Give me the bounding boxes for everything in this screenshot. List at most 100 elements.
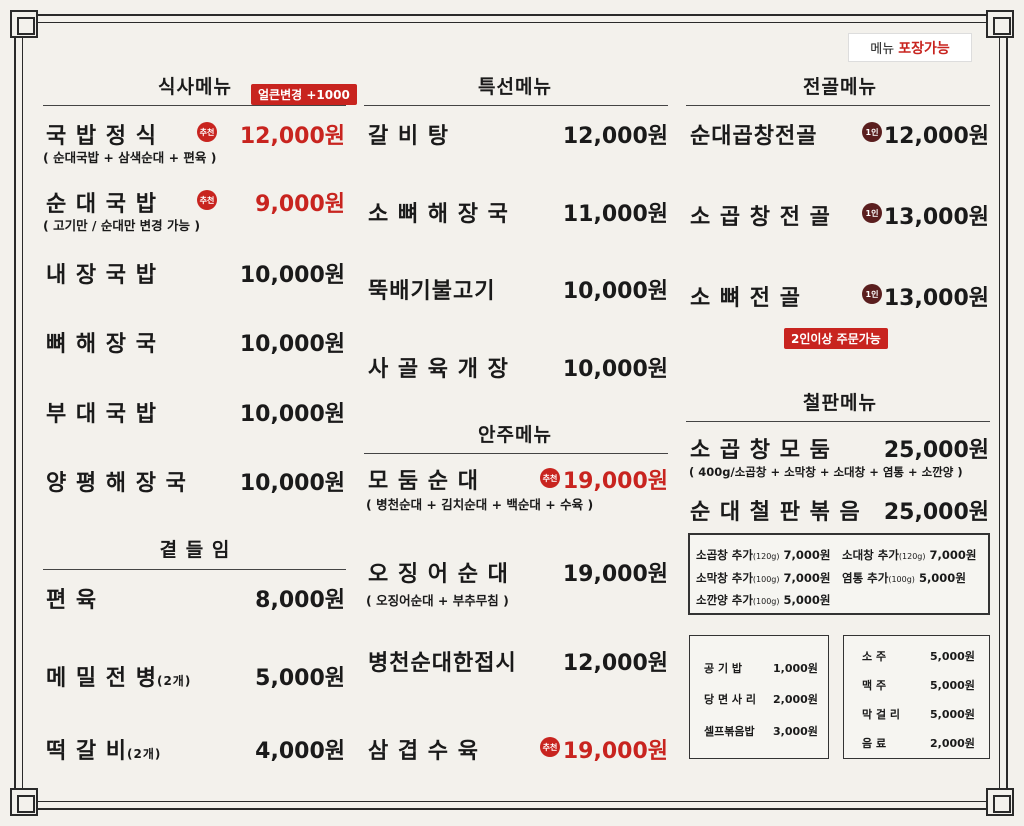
piece-count: (2개) [156, 674, 192, 688]
menu-item-name: 오 징 어 순 대 [368, 562, 509, 587]
menu-item-name: 순대곱창전골 [690, 124, 818, 149]
menu-item-price: 12,000원 [562, 124, 668, 149]
extra-item-name: 셀프볶음밥 [704, 725, 755, 738]
menu-item-price: 12,000원 [883, 124, 989, 149]
menu-item-name: 소 뼈 전 골 [690, 286, 801, 311]
special-section-title: 특선메뉴 [478, 76, 552, 98]
menu-item-name: 소 뼈 해 장 국 [368, 202, 509, 227]
menu-item-price: 25,000원 [883, 438, 989, 463]
menu-item-price: 11,000원 [562, 202, 668, 227]
menu-item-name: 사 골 육 개 장 [368, 357, 509, 382]
min-order-badge: 2인이상 주문가능 [784, 328, 888, 349]
menu-item-name: 부 대 국 밥 [46, 402, 157, 427]
menu-item-price: 10,000원 [239, 332, 345, 357]
menu-item-name: 뼈 해 장 국 [46, 332, 157, 357]
menu-item-name: 삼 겹 수 육 [368, 739, 479, 764]
drink-item-price: 5,000원 [930, 708, 975, 721]
menu-item-name: 편 육 [46, 588, 98, 613]
addon-item: 소대창 추가(120g) 7,000원 [842, 547, 976, 563]
addon-weight: (100g) [752, 575, 780, 584]
addon-name: 소깐양 추가 [696, 593, 753, 607]
menu-item-description: ( 순대국밥 + 삼색순대 + 편육 ) [43, 150, 217, 165]
section-divider [43, 105, 346, 106]
piece-count: (2개) [127, 747, 162, 761]
takeout-highlight: 포장가능 [898, 40, 950, 57]
addon-weight: (100g) [888, 575, 915, 584]
menu-item-name: 순 대 국 밥 [46, 192, 157, 217]
addon-item: 염통 추가(100g) 5,000원 [842, 570, 966, 586]
menu-item-description: ( 400g/소곱창 + 소막창 + 소대창 + 염통 + 소깐양 ) [689, 465, 963, 479]
spicy-upgrade-badge: 얼큰변경 +1000 [251, 84, 357, 105]
menu-item-price: 10,000원 [239, 471, 345, 496]
menu-item-price: 10,000원 [562, 279, 668, 304]
recommend-badge: 추천 [197, 190, 217, 210]
section-divider [686, 421, 990, 422]
menu-item-description: ( 병천순대 + 김치순대 + 백순대 + 수육 ) [366, 497, 594, 512]
menu-item-price: 12,000원 [239, 124, 345, 149]
menu-item-price: 25,000원 [883, 500, 989, 525]
menu-item-name: 메 밀 전 병(2개) [46, 660, 191, 692]
menu-item-price: 19,000원 [562, 562, 668, 587]
section-divider [364, 453, 668, 454]
extra-item-name: 공 기 밥 [704, 662, 743, 675]
menu-item-name-text: 떡 갈 비 [46, 739, 128, 764]
extra-item-price: 3,000원 [773, 725, 818, 738]
takeout-prefix: 메뉴 [870, 42, 895, 57]
menu-item-name: 국 밥 정 식 [46, 124, 157, 149]
addon-price: 5,000원 [783, 593, 831, 607]
addon-weight: (120g) [752, 552, 780, 561]
addon-weight: (100g) [752, 597, 780, 606]
addon-name: 소대창 추가 [842, 548, 899, 562]
side-section-title: 곁 들 임 [159, 539, 231, 561]
takeout-label: 메뉴 포장가능 [848, 33, 972, 62]
menu-item-price: 9,000원 [255, 192, 345, 217]
frame-corner-ornament [986, 788, 1014, 816]
addon-item: 소막창 추가(100g) 7,000원 [696, 570, 830, 586]
menu-item-name: 병천순대한접시 [368, 651, 517, 676]
section-divider [43, 569, 346, 570]
addon-name: 소곱창 추가 [696, 548, 753, 562]
addon-weight: (120g) [898, 552, 926, 561]
menu-item-name: 순 대 철 판 볶 음 [690, 500, 861, 525]
frame-corner-ornament [10, 788, 38, 816]
drink-item-price: 2,000원 [930, 737, 975, 750]
menu-item-price: 19,000원 [562, 739, 668, 764]
menu-item-name-text: 메 밀 전 병 [46, 666, 157, 691]
menu-item-name: 내 장 국 밥 [46, 263, 157, 288]
menu-item-name: 소 곱 창 모 둠 [690, 438, 831, 463]
menu-item-price: 5,000원 [255, 666, 345, 691]
drink-item-name: 음 료 [862, 737, 887, 750]
menu-item-description: ( 오징어순대 + 부추무침 ) [366, 593, 509, 608]
extra-item-price: 1,000원 [773, 662, 818, 675]
addon-price: 7,000원 [783, 571, 831, 585]
menu-item-price: 10,000원 [239, 263, 345, 288]
extra-item-name: 당 면 사 리 [704, 693, 756, 706]
menu-item-name: 모 둠 순 대 [368, 469, 479, 494]
menu-item-name: 갈 비 탕 [368, 124, 450, 149]
menu-item-price: 19,000원 [562, 469, 668, 494]
menu-item-price: 4,000원 [255, 739, 345, 764]
hotpot-section-title: 전골메뉴 [803, 76, 877, 98]
menu-item-price: 10,000원 [562, 357, 668, 382]
menu-item-name: 소 곱 창 전 골 [690, 205, 831, 230]
menu-item-name: 떡 갈 비(2개) [46, 733, 161, 765]
menu-item-price: 8,000원 [255, 588, 345, 613]
snack-section-title: 안주메뉴 [478, 424, 552, 446]
menu-item-price: 13,000원 [883, 205, 989, 230]
addon-price: 7,000원 [783, 548, 831, 562]
addon-name: 염통 추가 [842, 571, 889, 585]
drink-item-name: 소 주 [862, 650, 887, 663]
addon-price: 5,000원 [918, 571, 966, 585]
drink-item-price: 5,000원 [930, 650, 975, 663]
drink-item-name: 맥 주 [862, 679, 887, 692]
addon-name: 소막창 추가 [696, 571, 753, 585]
menu-item-price: 12,000원 [562, 651, 668, 676]
frame-corner-ornament [10, 10, 38, 38]
menu-item-price: 13,000원 [883, 286, 989, 311]
addon-item: 소깐양 추가(100g) 5,000원 [696, 592, 830, 608]
menu-item-description: ( 고기만 / 순대만 변경 가능 ) [43, 218, 201, 233]
drink-item-name: 막 걸 리 [862, 708, 901, 721]
recommend-badge: 추천 [197, 122, 217, 142]
addon-price: 7,000원 [929, 548, 977, 562]
frame-corner-ornament [986, 10, 1014, 38]
